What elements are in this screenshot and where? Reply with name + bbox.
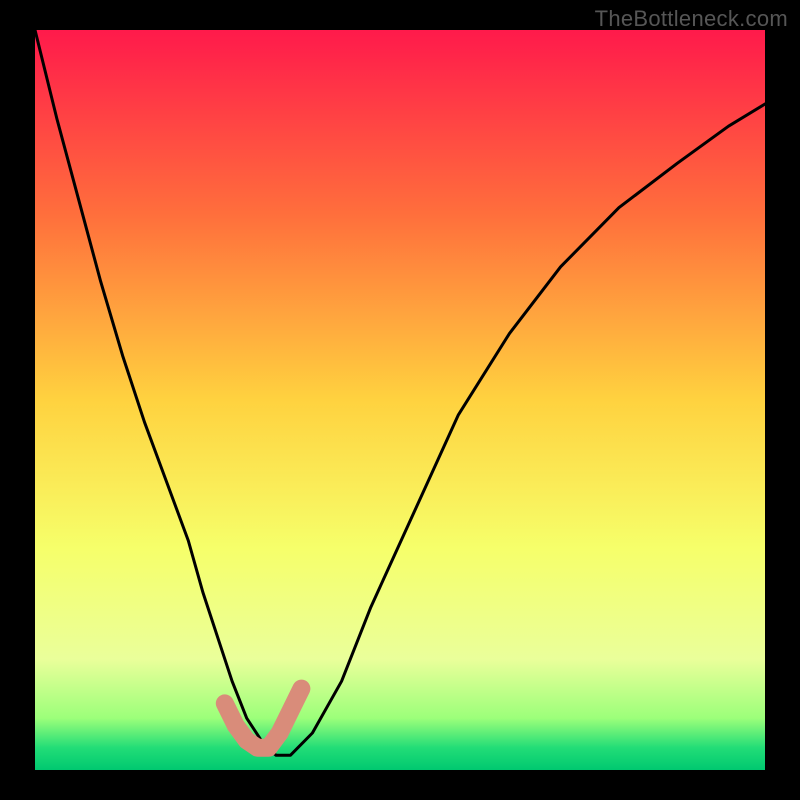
watermark-label: TheBottleneck.com [595, 6, 788, 32]
gradient-background [35, 30, 765, 770]
bottleneck-chart [0, 0, 800, 800]
chart-frame: TheBottleneck.com [0, 0, 800, 800]
